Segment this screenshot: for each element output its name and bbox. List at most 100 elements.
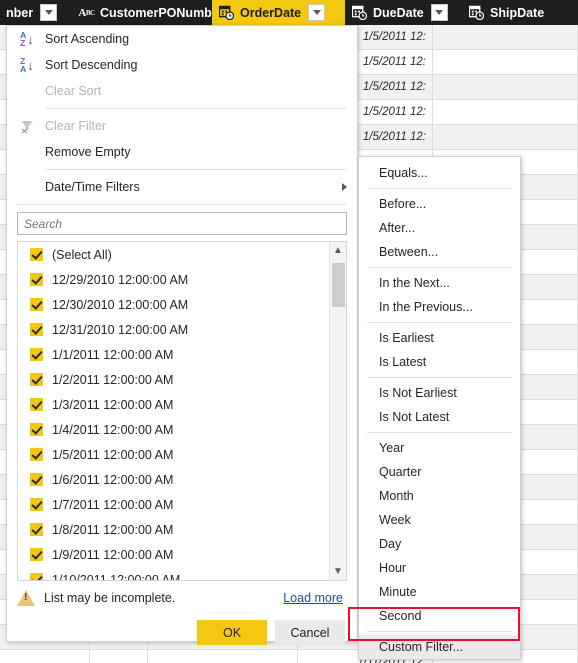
filter-item-label: 12/29/2010 12:00:00 AM: [52, 272, 189, 287]
checkbox-checked-icon[interactable]: [30, 298, 43, 311]
checkbox-checked-icon[interactable]: [30, 473, 43, 486]
submenu-item-minute[interactable]: Minute: [359, 580, 520, 604]
filter-item[interactable]: 1/6/2011 12:00:00 AM: [18, 467, 329, 492]
dialog-button-row: OK Cancel: [17, 620, 345, 645]
search-input[interactable]: [17, 212, 347, 235]
submenu-item-day[interactable]: Day: [359, 532, 520, 556]
submenu-item-quarter[interactable]: Quarter: [359, 460, 520, 484]
filter-item-label: 1/9/2011 12:00:00 AM: [52, 547, 174, 562]
table-cell[interactable]: [433, 50, 578, 74]
ok-button[interactable]: OK: [197, 620, 267, 645]
submenu-item-month[interactable]: Month: [359, 484, 520, 508]
filter-item[interactable]: 1/8/2011 12:00:00 AM: [18, 517, 329, 542]
filter-item[interactable]: 1/4/2011 12:00:00 AM: [18, 417, 329, 442]
column-header-2[interactable]: OrderDate: [212, 0, 345, 25]
checkbox-checked-icon[interactable]: [30, 398, 43, 411]
scrollbar-thumb[interactable]: [332, 263, 345, 307]
submenu-item-after[interactable]: After...: [359, 216, 520, 240]
submenu-item-label: Before...: [379, 197, 427, 211]
submenu-item-week[interactable]: Week: [359, 508, 520, 532]
filter-item-label: 1/8/2011 12:00:00 AM: [52, 522, 174, 537]
checkbox-checked-icon[interactable]: [30, 248, 43, 261]
filter-item-label: 1/2/2011 12:00:00 AM: [52, 372, 174, 387]
checkbox-checked-icon[interactable]: [30, 573, 43, 580]
column-header-label-0: nber: [6, 5, 34, 20]
filter-item[interactable]: 12/29/2010 12:00:00 AM: [18, 267, 329, 292]
filter-item[interactable]: 1/3/2011 12:00:00 AM: [18, 392, 329, 417]
submenu-item-in-the-previous[interactable]: In the Previous...: [359, 295, 520, 319]
menu-item-sort-ascending[interactable]: A Z ↓ Sort Ascending: [7, 26, 357, 52]
table-cell[interactable]: [433, 75, 578, 99]
filter-item-select-all[interactable]: (Select All): [18, 242, 329, 267]
filter-item[interactable]: 12/31/2010 12:00:00 AM: [18, 317, 329, 342]
filter-item[interactable]: 1/5/2011 12:00:00 AM: [18, 442, 329, 467]
submenu-item-label: In the Next...: [379, 276, 450, 290]
submenu-item-second[interactable]: Second: [359, 604, 520, 628]
submenu-item-is-earliest[interactable]: Is Earliest: [359, 326, 520, 350]
filter-item[interactable]: 1/10/2011 12:00:00 AM: [18, 567, 329, 580]
checkbox-checked-icon[interactable]: [30, 548, 43, 561]
submenu-item-label: Month: [379, 489, 414, 503]
empty-icon: [15, 81, 39, 101]
column-header-0[interactable]: nber: [0, 0, 72, 25]
checkbox-checked-icon[interactable]: [30, 348, 43, 361]
cancel-button[interactable]: Cancel: [275, 620, 345, 645]
menu-item-clear-filter: Clear Filter: [7, 113, 357, 139]
submenu-separator: [367, 267, 512, 268]
filter-item[interactable]: 1/2/2011 12:00:00 AM: [18, 367, 329, 392]
table-cell[interactable]: [433, 125, 578, 149]
column-filter-dropdown-0[interactable]: [40, 4, 58, 21]
checkbox-checked-icon[interactable]: [30, 273, 43, 286]
submenu-item-between[interactable]: Between...: [359, 240, 520, 264]
submenu-item-is-not-earliest[interactable]: Is Not Earliest: [359, 381, 520, 405]
submenu-item-before[interactable]: Before...: [359, 192, 520, 216]
filter-value-list[interactable]: (Select All) 12/29/2010 12:00:00 AM 12/30/…: [17, 241, 347, 581]
submenu-item-is-latest[interactable]: Is Latest: [359, 350, 520, 374]
checkbox-checked-icon[interactable]: [30, 448, 43, 461]
filter-item-label: 1/7/2011 12:00:00 AM: [52, 497, 174, 512]
submenu-item-hour[interactable]: Hour: [359, 556, 520, 580]
submenu-item-equals[interactable]: Equals...: [359, 161, 520, 185]
column-filter-dropdown-2[interactable]: [308, 4, 326, 21]
submenu-item-year[interactable]: Year: [359, 436, 520, 460]
filter-item[interactable]: 1/7/2011 12:00:00 AM: [18, 492, 329, 517]
table-cell[interactable]: [433, 100, 578, 124]
submenu-item-label: Hour: [379, 561, 407, 575]
checkbox-checked-icon[interactable]: [30, 523, 43, 536]
list-vertical-scrollbar[interactable]: ▲ ▼: [329, 242, 346, 580]
checkbox-checked-icon[interactable]: [30, 373, 43, 386]
column-header-1[interactable]: ABC CustomerPONumber: [72, 0, 248, 25]
submenu-item-in-the-next[interactable]: In the Next...: [359, 271, 520, 295]
menu-item-sort-descending[interactable]: Z A ↓ Sort Descending: [7, 52, 357, 78]
submenu-item-is-not-latest[interactable]: Is Not Latest: [359, 405, 520, 429]
submenu-item-label: Minute: [379, 585, 417, 599]
menu-item-datetime-filters[interactable]: Date/Time Filters: [7, 174, 357, 200]
table-cell[interactable]: [433, 25, 578, 49]
filter-item[interactable]: 1/1/2011 12:00:00 AM: [18, 342, 329, 367]
filter-item-label: (Select All): [52, 247, 112, 262]
filter-item[interactable]: 12/30/2010 12:00:00 AM: [18, 292, 329, 317]
filter-item[interactable]: 1/9/2011 12:00:00 AM: [18, 542, 329, 567]
table-cell[interactable]: [0, 650, 90, 663]
scroll-up-icon[interactable]: ▲: [330, 242, 346, 259]
column-header-3[interactable]: DueDate: [345, 0, 462, 25]
table-cell[interactable]: [90, 650, 148, 663]
chevron-down-icon: [435, 10, 444, 15]
filter-item-label: 1/5/2011 12:00:00 AM: [52, 447, 174, 462]
warning-text: List may be incomplete.: [44, 591, 176, 605]
checkbox-checked-icon[interactable]: [30, 498, 43, 511]
submenu-item-custom-filter[interactable]: Custom Filter...: [359, 635, 520, 659]
column-filter-dropdown-3[interactable]: [430, 4, 448, 21]
checkbox-checked-icon[interactable]: [30, 423, 43, 436]
checkbox-checked-icon[interactable]: [30, 323, 43, 336]
menu-item-clear-sort: Clear Sort: [7, 78, 357, 104]
filter-item-label: 12/31/2010 12:00:00 AM: [52, 322, 189, 337]
load-more-link[interactable]: Load more: [283, 591, 343, 605]
menu-item-remove-empty[interactable]: Remove Empty: [7, 139, 357, 165]
table-cell[interactable]: [148, 650, 298, 663]
submenu-separator: [367, 432, 512, 433]
submenu-item-label: Custom Filter...: [379, 640, 464, 654]
scroll-down-icon[interactable]: ▼: [330, 563, 346, 580]
menu-item-label: Clear Sort: [45, 84, 102, 98]
column-header-4[interactable]: ShipDate: [462, 0, 578, 25]
